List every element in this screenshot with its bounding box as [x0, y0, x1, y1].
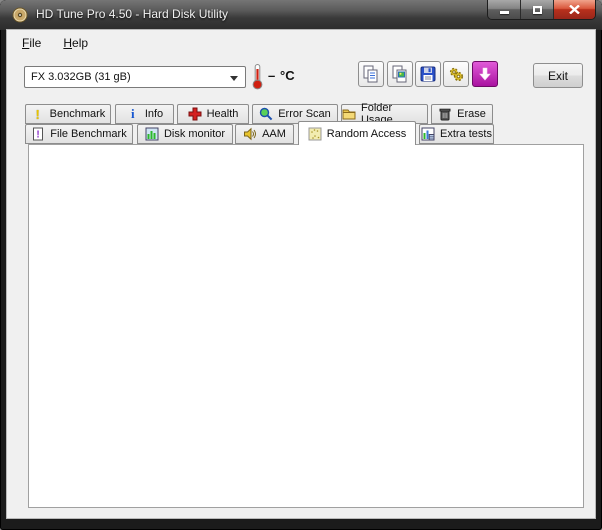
folder-icon — [342, 107, 356, 121]
tab-label: AAM — [262, 128, 286, 140]
tab-benchmark[interactable]: ! Benchmark — [25, 104, 111, 124]
menu-help[interactable]: Help — [59, 34, 92, 52]
download-arrow-icon — [477, 66, 493, 82]
tab-label: Random Access — [327, 128, 406, 140]
red-cross-icon — [188, 107, 202, 121]
window-title: HD Tune Pro 4.50 - Hard Disk Utility — [36, 7, 228, 21]
temperature-value: – — [268, 68, 275, 83]
title-bar[interactable]: HD Tune Pro 4.50 - Hard Disk Utility — [0, 0, 602, 30]
drive-select-dropdown[interactable]: FX 3.032GB (31 gB) — [24, 66, 246, 88]
chevron-down-icon — [230, 76, 238, 81]
thermometer-icon — [252, 63, 263, 90]
tab-file-benchmark[interactable]: ! File Benchmark — [25, 124, 133, 144]
svg-text:!: ! — [37, 130, 40, 141]
chart-grid-icon — [421, 127, 435, 141]
temperature-unit: °C — [280, 68, 295, 83]
save-button[interactable] — [415, 61, 441, 87]
gears-icon — [447, 65, 465, 83]
minimize-icon — [500, 11, 509, 14]
tab-label: Info — [145, 108, 163, 120]
exit-button[interactable]: Exit — [533, 63, 583, 88]
tab-erase[interactable]: Erase — [431, 104, 493, 124]
minimize-button[interactable] — [488, 0, 521, 19]
update-button[interactable] — [472, 61, 498, 87]
drive-select-value: FX 3.032GB (31 gB) — [31, 71, 131, 83]
app-window: HD Tune Pro 4.50 - Hard Disk Utility Fil… — [0, 0, 602, 530]
tab-label: File Benchmark — [50, 128, 126, 140]
random-access-page — [28, 144, 584, 508]
caption-buttons — [487, 0, 596, 20]
tab-label: Extra tests — [440, 128, 492, 140]
tab-label: Error Scan — [278, 108, 331, 120]
menu-file[interactable]: File — [18, 34, 45, 52]
options-button[interactable] — [443, 61, 469, 87]
bar-chart-icon — [145, 127, 159, 141]
app-disk-icon — [12, 7, 28, 23]
random-dots-icon — [308, 127, 322, 141]
tab-label: Health — [207, 108, 239, 120]
tab-label: Erase — [457, 108, 486, 120]
copy-text-button[interactable] — [358, 61, 384, 87]
menu-bar: File Help — [8, 32, 92, 54]
maximize-button[interactable] — [521, 0, 554, 19]
exit-label: Exit — [548, 69, 568, 83]
file-exclamation-icon: ! — [31, 127, 45, 141]
tab-label: Disk monitor — [164, 128, 225, 140]
tab-aam[interactable]: AAM — [235, 124, 294, 144]
copy-text-icon — [362, 65, 380, 83]
tab-random-access[interactable]: Random Access — [298, 121, 416, 145]
tab-health[interactable]: Health — [177, 104, 249, 124]
trash-icon — [438, 107, 452, 121]
save-icon — [419, 65, 437, 83]
copy-image-icon — [391, 65, 409, 83]
maximize-icon — [533, 6, 542, 14]
close-button[interactable] — [554, 0, 595, 19]
copy-image-button[interactable] — [387, 61, 413, 87]
exclamation-icon: ! — [31, 107, 45, 121]
tab-disk-monitor[interactable]: Disk monitor — [137, 124, 233, 144]
info-icon: i — [126, 107, 140, 121]
magnifier-icon — [259, 107, 273, 121]
tab-extra-tests[interactable]: Extra tests — [419, 124, 494, 144]
close-icon — [569, 5, 580, 14]
tab-info[interactable]: i Info — [115, 104, 174, 124]
speaker-icon — [243, 127, 257, 141]
tab-label: Benchmark — [50, 108, 106, 120]
